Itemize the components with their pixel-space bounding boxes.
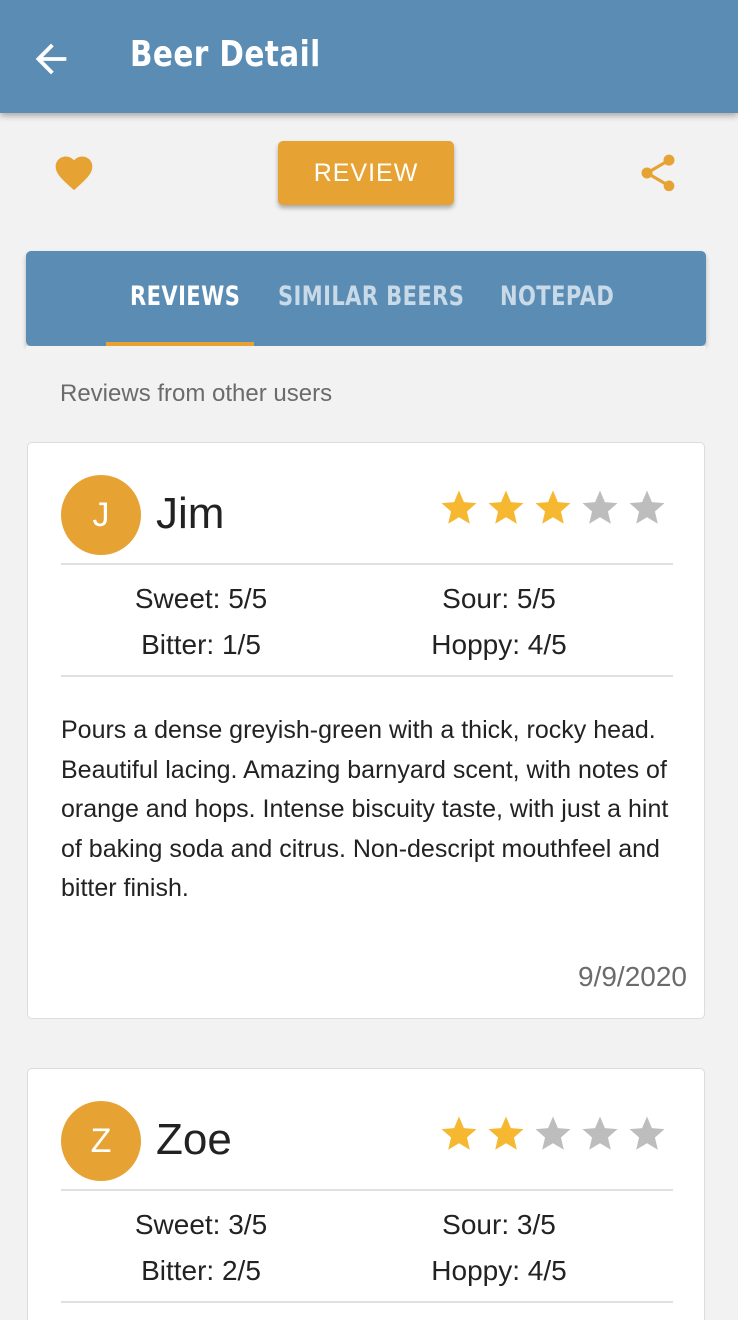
sweet-rating: Sweet: 5/5	[134, 583, 268, 614]
heart-icon[interactable]	[50, 151, 98, 195]
review-card: Z Zoe Sweet: 3/5 Sour: 3/5 Bitter: 2/5 H…	[27, 1068, 705, 1320]
arrow-left-icon[interactable]	[28, 36, 74, 82]
sour-rating: Sour: 5/5	[442, 583, 556, 614]
star-icon	[441, 490, 477, 524]
tab-similar-beers[interactable]: SIMILAR BEERS	[278, 281, 464, 312]
sweet-rating: Sweet: 3/5	[134, 1209, 268, 1240]
section-label: Reviews from other users	[60, 380, 333, 407]
star-icon	[582, 1116, 618, 1150]
bitter-rating: Bitter: 2/5	[141, 1255, 261, 1286]
star-icon	[488, 490, 524, 524]
review-card: J Jim Sweet: 5/5 Sour: 5/5 Bitter: 1/5 H…	[27, 442, 705, 1019]
divider	[61, 1189, 673, 1191]
hoppy-rating: Hoppy: 4/5	[431, 629, 567, 660]
star-rating	[438, 487, 670, 531]
divider	[61, 675, 673, 677]
tab-notepad[interactable]: NOTEPAD	[500, 281, 614, 312]
bitter-rating: Bitter: 1/5	[141, 629, 261, 660]
sour-rating: Sour: 3/5	[442, 1209, 556, 1240]
action-row: REVIEW	[0, 113, 738, 233]
tab-reviews[interactable]: REVIEWS	[130, 281, 240, 312]
avatar: Z	[61, 1101, 141, 1181]
review-text: Pours a dense greyish-green with a thick…	[61, 716, 669, 902]
star-icon	[535, 490, 571, 524]
share-icon[interactable]	[636, 151, 680, 195]
star-icon	[629, 1116, 665, 1150]
star-icon	[582, 490, 618, 524]
avatar: J	[61, 475, 141, 555]
star-icon	[535, 1116, 571, 1150]
divider	[61, 1301, 673, 1303]
review-button[interactable]: REVIEW	[278, 141, 454, 205]
star-rating	[438, 1113, 670, 1157]
page-title: Beer Detail	[130, 34, 321, 75]
star-icon	[488, 1116, 524, 1150]
review-date: 9/9/2020	[578, 961, 687, 992]
star-icon	[441, 1116, 477, 1150]
reviewer-name: Zoe	[156, 1115, 232, 1164]
hoppy-rating: Hoppy: 4/5	[431, 1255, 567, 1286]
divider	[61, 563, 673, 565]
app-bar: Beer Detail	[0, 0, 738, 113]
tab-bar: REVIEWS SIMILAR BEERS NOTEPAD	[26, 251, 706, 346]
reviewer-name: Jim	[156, 489, 225, 538]
star-icon	[629, 490, 665, 524]
